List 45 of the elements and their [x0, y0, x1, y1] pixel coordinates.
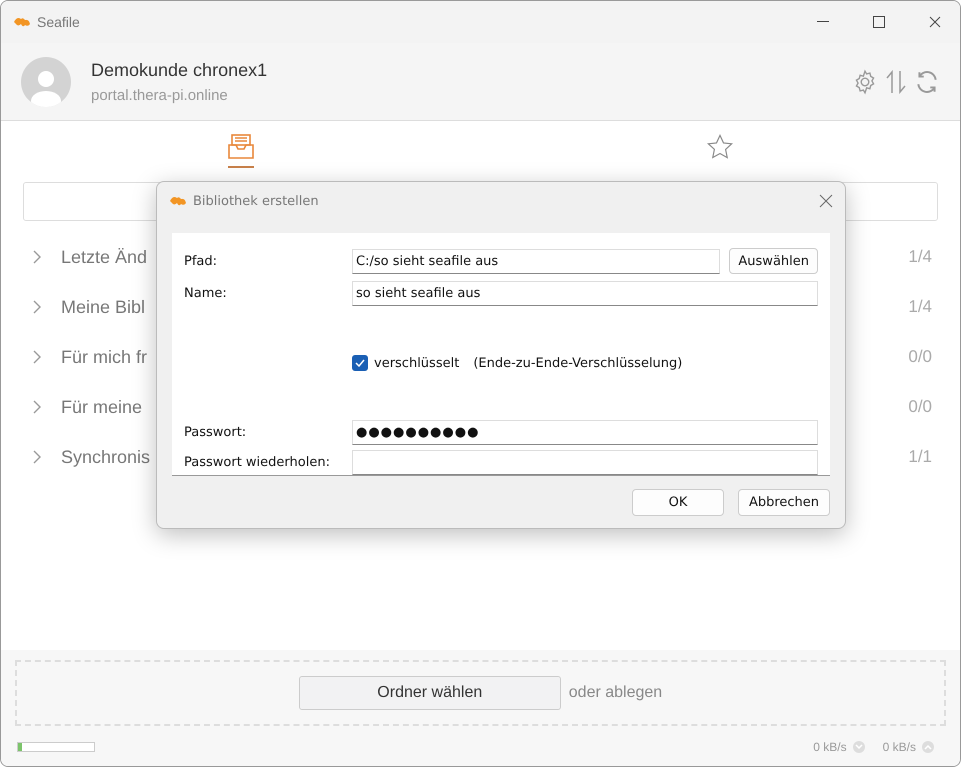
field-label: Passwort wiederholen:: [184, 454, 331, 470]
chevron-right-icon[interactable]: [33, 450, 41, 464]
choose-folder-button[interactable]: Ordner wählen: [298, 676, 561, 710]
checkmark-icon: [355, 359, 365, 367]
avatar: [21, 56, 71, 106]
password-field[interactable]: ●●●●●●●●●●: [352, 420, 818, 444]
transfer-arrows-icon[interactable]: [884, 68, 908, 94]
seafile-logo-icon: [169, 195, 187, 207]
checkbox[interactable]: [352, 355, 368, 371]
close-icon[interactable]: [819, 194, 833, 208]
field-label: Passwort:: [184, 424, 248, 440]
section-count: 1/4: [908, 247, 932, 267]
field-label: Name:: [184, 286, 228, 300]
minimize-icon[interactable]: [817, 21, 829, 23]
encryption-note: (Ende-zu-Ende-Verschlüsselung): [473, 356, 682, 370]
dialog-title: Bibliothek erstellen: [193, 194, 320, 208]
star-icon[interactable]: [705, 133, 736, 161]
chevron-right-icon[interactable]: [33, 400, 41, 414]
download-speed: 0 kB/s: [813, 740, 847, 754]
inbox-tray-icon[interactable]: [226, 132, 256, 162]
seafile-logo-icon: [13, 16, 31, 28]
chevron-right-icon[interactable]: [33, 350, 41, 364]
password-field[interactable]: [352, 450, 818, 474]
account-name: Demokunde chronex1: [91, 60, 268, 80]
section-count: 1/4: [908, 297, 932, 317]
chevron-right-icon[interactable]: [33, 300, 41, 314]
download-icon: [852, 741, 865, 753]
upload-speed: 0 kB/s: [882, 740, 916, 754]
section-count: 0/0: [908, 347, 932, 367]
upload-icon: [922, 741, 934, 753]
cancel-button[interactable]: Abbrechen: [738, 488, 830, 516]
section-count: 1/1: [908, 447, 932, 467]
maximize-icon[interactable]: [873, 16, 885, 28]
window-title: Seafile: [37, 14, 81, 30]
close-icon[interactable]: [929, 16, 941, 28]
server-address: portal.thera-pi.online: [91, 86, 229, 104]
text-field[interactable]: C:/so sieht seafile aus: [352, 248, 720, 274]
ok-button[interactable]: OK: [632, 488, 724, 516]
text-field[interactable]: so sieht seafile aus: [352, 280, 818, 306]
browse-button[interactable]: Auswählen: [729, 248, 818, 274]
section-count: 0/0: [908, 397, 932, 417]
chevron-right-icon[interactable]: [33, 250, 41, 264]
drop-hint: oder ablegen: [568, 684, 662, 702]
checkbox-label[interactable]: verschlüsselt: [374, 356, 460, 370]
field-label: Pfad:: [184, 254, 218, 268]
